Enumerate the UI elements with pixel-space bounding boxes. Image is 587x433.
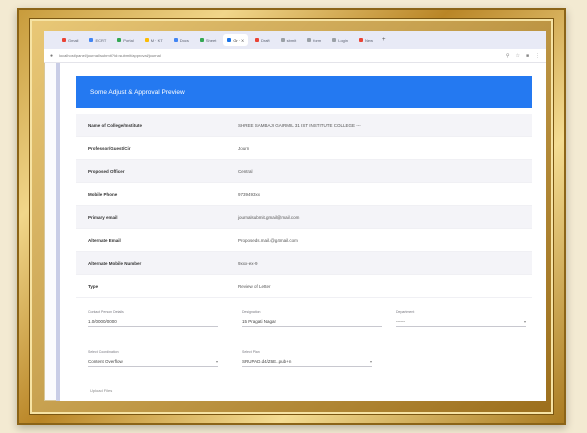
- tab-favicon-icon: [307, 38, 312, 42]
- designation-value: 15 Pragati Nagar: [242, 319, 277, 324]
- designation-field[interactable]: Designation 15 Pragati Nagar: [242, 310, 382, 327]
- detail-value: Central: [238, 168, 253, 174]
- browser-tab[interactable]: Draft: [251, 34, 274, 46]
- address-url[interactable]: localhost/panel/journal/submit?id=submit…: [59, 53, 506, 58]
- contact-person-value: 1.0/0000/0000: [88, 319, 117, 324]
- select-plan-field[interactable]: Select Plan SRUPAD.d4/Z6E..pub+n ▾: [242, 350, 372, 367]
- chevron-down-icon[interactable]: ▾: [524, 319, 526, 324]
- star-icon[interactable]: ☆: [515, 53, 519, 59]
- tab-label: Portal: [123, 37, 134, 43]
- tab-favicon-icon: [144, 38, 149, 42]
- tab-favicon-icon: [199, 38, 204, 42]
- tab-label: Sheet: [205, 37, 217, 43]
- designation-label: Designation: [242, 310, 261, 314]
- tab-favicon-icon: [173, 38, 178, 42]
- contact-person-label: Contact Person Details: [88, 310, 124, 314]
- banner-title: Some Adjust & Approval Preview: [90, 88, 185, 96]
- chevron-down-icon[interactable]: ▾: [370, 359, 372, 364]
- tab-favicon-icon: [280, 38, 285, 42]
- department-value: ------: [396, 319, 405, 324]
- detail-row: Alternate Email Proposeds.mail.@g4mail.co…: [76, 229, 532, 252]
- browser-tab[interactable]: M · KT: [141, 34, 167, 46]
- tab-favicon-icon: [359, 38, 364, 42]
- detail-value: Journ: [238, 145, 250, 151]
- detail-label: Proposed Officer: [88, 168, 125, 174]
- tab-label: Gmail: [68, 37, 79, 43]
- browser-tab[interactable]: Portal: [113, 34, 137, 46]
- detail-value: 9xxx-ex-9: [238, 260, 258, 266]
- select-coordination-label: Select Coordination: [88, 350, 119, 354]
- browser-tab[interactable]: Gmail: [58, 34, 82, 46]
- address-bar[interactable]: ● localhost/panel/journal/submit?id=subm…: [44, 49, 546, 63]
- detail-row: Professor/Guest/Cir Journ: [76, 137, 532, 160]
- department-label: Department: [396, 310, 415, 314]
- detail-value: journalsubmit.gmail@mail.com: [238, 214, 300, 220]
- extensions-icon[interactable]: ■: [526, 53, 529, 59]
- detail-row: Proposed Officer Central: [76, 160, 532, 183]
- tab-favicon-icon: [62, 38, 66, 42]
- lock-icon: ●: [50, 52, 54, 59]
- tab-label: form: [313, 37, 322, 43]
- detail-value: Proposeds.mail.@g4mail.com: [238, 237, 298, 243]
- tab-label: Gr · X: [233, 37, 244, 43]
- detail-value: SHREE SAMBAJI GAIRMIL 31 IST INSTITUTE C…: [238, 122, 361, 128]
- browser-tab[interactable]: Gr · X: [223, 34, 248, 46]
- detail-label: Type: [88, 283, 99, 289]
- tab-label: Login: [338, 37, 349, 43]
- tab-label: sbmit: [286, 37, 297, 43]
- chevron-down-icon[interactable]: ▾: [216, 359, 218, 364]
- menu-icon[interactable]: ⋮: [535, 53, 540, 59]
- detail-value: Review of Letter: [238, 283, 271, 289]
- detail-label: Alternate Email: [88, 237, 121, 243]
- detail-row: Name of College/Institute SHREE SAMBAJI G…: [76, 114, 532, 137]
- tab-label: M · KT: [150, 37, 163, 43]
- browser-tab[interactable]: Login: [328, 34, 352, 46]
- tab-favicon-icon: [332, 38, 337, 42]
- detail-label: Primary email: [88, 214, 118, 220]
- tab-label: ECRT: [95, 37, 107, 43]
- browser-tab[interactable]: form: [303, 34, 325, 46]
- page-banner: Some Adjust & Approval Preview: [76, 76, 532, 108]
- detail-label: Mobile Phone: [88, 191, 118, 197]
- select-coordination-value: Content Overflow: [88, 359, 123, 364]
- select-plan-label: Select Plan: [242, 350, 260, 354]
- new-tab-button[interactable]: +: [382, 37, 386, 43]
- zoom-icon[interactable]: ⚲: [506, 53, 510, 59]
- tab-label: Draft: [260, 37, 270, 43]
- detail-row: Type Review of Letter: [76, 275, 532, 298]
- browser-tab[interactable]: New: [355, 34, 377, 46]
- browser-tab[interactable]: ECRT: [85, 34, 110, 46]
- department-field[interactable]: Department ------ ▾: [396, 310, 526, 327]
- detail-row: Primary email journalsubmit.gmail@mail.co…: [76, 206, 532, 229]
- detail-label: Professor/Guest/Cir: [88, 145, 131, 151]
- tab-bar: Gmail ECRT Portal M · KT Docs Sheet Gr · X Draf…: [44, 31, 546, 49]
- detail-value: 9739493xx: [238, 191, 261, 197]
- detail-row: Mobile Phone 9739493xx: [76, 183, 532, 206]
- contact-person-field[interactable]: Contact Person Details 1.0/0000/0000: [88, 310, 218, 327]
- upload-files-label: Upload Files: [90, 388, 113, 393]
- tab-label: Docs: [179, 37, 189, 43]
- tab-favicon-icon: [254, 38, 259, 42]
- tab-favicon-icon: [227, 38, 232, 42]
- tab-favicon-icon: [89, 38, 94, 42]
- select-plan-value: SRUPAD.d4/Z6E..pub+n: [242, 359, 292, 364]
- detail-label: Alternate Mobile Number: [88, 260, 142, 266]
- browser-tab[interactable]: Docs: [170, 34, 193, 46]
- browser-tab[interactable]: sbmit: [277, 34, 301, 46]
- tab-label: New: [365, 37, 374, 43]
- detail-label: Name of College/Institute: [88, 122, 143, 128]
- select-coordination-field[interactable]: Select Coordination Content Overflow ▾: [88, 350, 218, 367]
- browser-tab[interactable]: Sheet: [196, 34, 220, 46]
- detail-row: Alternate Mobile Number 9xxx-ex-9: [76, 252, 532, 275]
- tab-favicon-icon: [117, 38, 122, 42]
